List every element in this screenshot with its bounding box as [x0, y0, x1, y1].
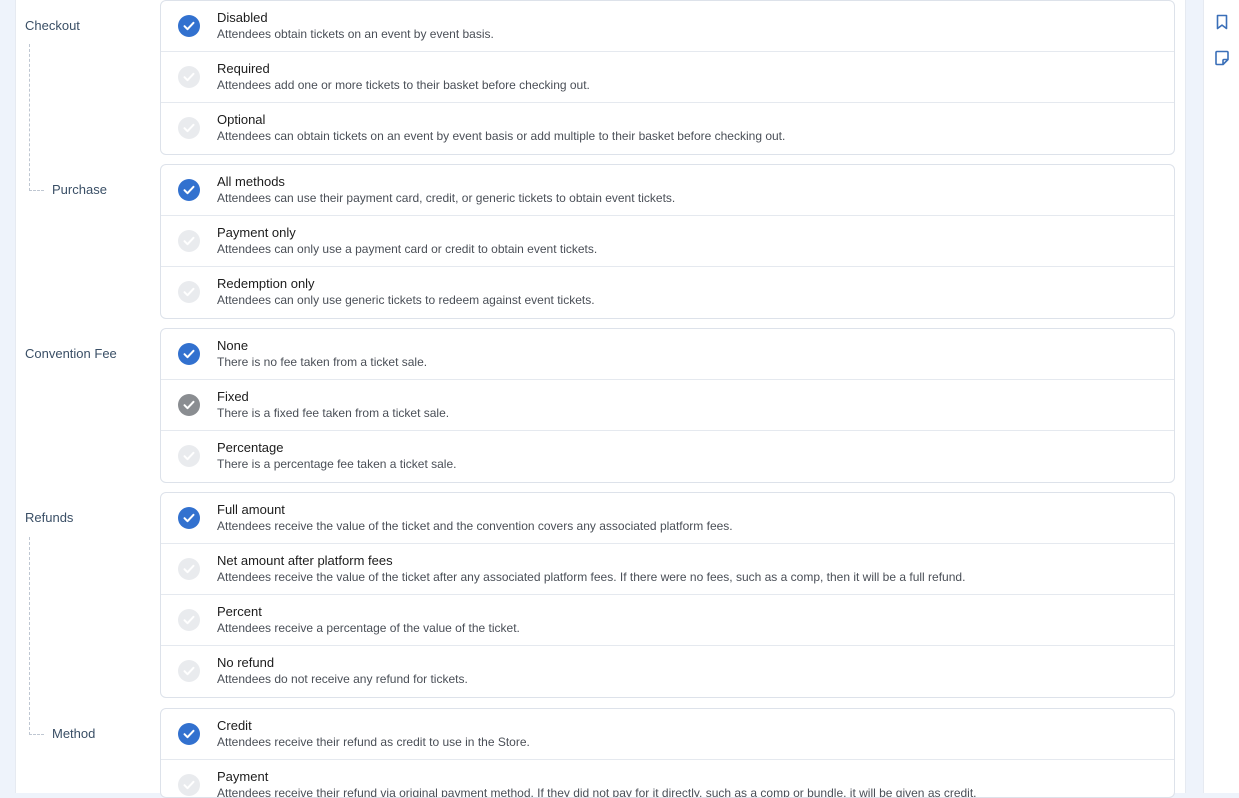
check-icon: [178, 609, 200, 631]
option-fee-fixed[interactable]: Fixed There is a fixed fee taken from a …: [161, 380, 1174, 431]
option-title: Credit: [217, 718, 252, 733]
option-refund-percent[interactable]: Percent Attendees receive a percentage o…: [161, 595, 1174, 646]
option-description: Attendees receive the value of the ticke…: [217, 570, 966, 584]
check-icon: [178, 281, 200, 303]
tree-connector: [29, 44, 44, 191]
option-refund-none[interactable]: No refund Attendees do not receive any r…: [161, 646, 1174, 697]
option-title: Fixed: [217, 389, 249, 404]
check-icon: [178, 394, 200, 416]
option-title: Required: [217, 61, 270, 76]
check-icon: [178, 15, 200, 37]
option-description: Attendees obtain tickets on an event by …: [217, 27, 494, 41]
check-icon: [178, 445, 200, 467]
option-fee-none[interactable]: None There is no fee taken from a ticket…: [161, 329, 1174, 380]
section-label-method: Method: [52, 726, 96, 741]
option-description: Attendees receive a percentage of the va…: [217, 621, 520, 635]
option-checkout-optional[interactable]: Optional Attendees can obtain tickets on…: [161, 103, 1174, 154]
check-icon: [178, 66, 200, 88]
note-icon[interactable]: [1213, 49, 1231, 67]
option-description: Attendees receive their refund as credit…: [217, 735, 530, 749]
option-purchase-payment-only[interactable]: Payment only Attendees can only use a pa…: [161, 216, 1174, 267]
right-toolbar: [1203, 0, 1239, 793]
option-title: Percentage: [217, 440, 284, 455]
check-icon: [178, 343, 200, 365]
option-title: Net amount after platform fees: [217, 553, 393, 568]
option-title: Redemption only: [217, 276, 315, 291]
check-icon: [178, 507, 200, 529]
section-label-convention-fee: Convention Fee: [25, 346, 117, 361]
option-refund-net-amount[interactable]: Net amount after platform fees Attendees…: [161, 544, 1174, 595]
option-method-credit[interactable]: Credit Attendees receive their refund as…: [161, 709, 1174, 760]
option-method-payment[interactable]: Payment Attendees receive their refund v…: [161, 760, 1174, 798]
option-title: Disabled: [217, 10, 268, 25]
option-description: Attendees can obtain tickets on an event…: [217, 129, 786, 143]
section-label-purchase: Purchase: [52, 182, 107, 197]
option-description: There is no fee taken from a ticket sale…: [217, 355, 428, 369]
bookmark-icon[interactable]: [1213, 13, 1231, 31]
option-description: There is a fixed fee taken from a ticket…: [217, 406, 450, 420]
section-label-refunds: Refunds: [25, 510, 74, 525]
option-description: Attendees can only use generic tickets t…: [217, 293, 595, 307]
tree-connector: [29, 537, 44, 735]
refund-method-options: Credit Attendees receive their refund as…: [160, 708, 1175, 798]
convention-fee-options: None There is no fee taken from a ticket…: [160, 328, 1175, 483]
option-description: Attendees receive the value of the ticke…: [217, 519, 733, 533]
option-purchase-redemption-only[interactable]: Redemption only Attendees can only use g…: [161, 267, 1174, 318]
option-fee-percentage[interactable]: Percentage There is a percentage fee tak…: [161, 431, 1174, 482]
option-title: Full amount: [217, 502, 285, 517]
check-icon: [178, 179, 200, 201]
check-icon: [178, 660, 200, 682]
option-refund-full-amount[interactable]: Full amount Attendees receive the value …: [161, 493, 1174, 544]
option-description: There is a percentage fee taken a ticket…: [217, 457, 457, 471]
option-title: Payment only: [217, 225, 296, 240]
check-icon: [178, 230, 200, 252]
option-description: Attendees do not receive any refund for …: [217, 672, 468, 686]
section-label-checkout: Checkout: [25, 18, 80, 33]
option-purchase-all-methods[interactable]: All methods Attendees can use their paym…: [161, 165, 1174, 216]
option-description: Attendees can use their payment card, cr…: [217, 191, 676, 205]
option-title: All methods: [217, 174, 285, 189]
check-icon: [178, 558, 200, 580]
option-title: Percent: [217, 604, 262, 619]
option-description: Attendees receive their refund via origi…: [217, 786, 977, 798]
purchase-options: All methods Attendees can use their paym…: [160, 164, 1175, 319]
option-title: Optional: [217, 112, 266, 127]
checkout-options: Disabled Attendees obtain tickets on an …: [160, 0, 1175, 155]
check-icon: [178, 117, 200, 139]
option-checkout-required[interactable]: Required Attendees add one or more ticke…: [161, 52, 1174, 103]
refunds-options: Full amount Attendees receive the value …: [160, 492, 1175, 698]
option-title: No refund: [217, 655, 275, 670]
check-icon: [178, 723, 200, 745]
option-title: Payment: [217, 769, 269, 784]
option-description: Attendees add one or more tickets to the…: [217, 78, 590, 92]
option-checkout-disabled[interactable]: Disabled Attendees obtain tickets on an …: [161, 1, 1174, 52]
option-title: None: [217, 338, 249, 353]
option-description: Attendees can only use a payment card or…: [217, 242, 598, 256]
